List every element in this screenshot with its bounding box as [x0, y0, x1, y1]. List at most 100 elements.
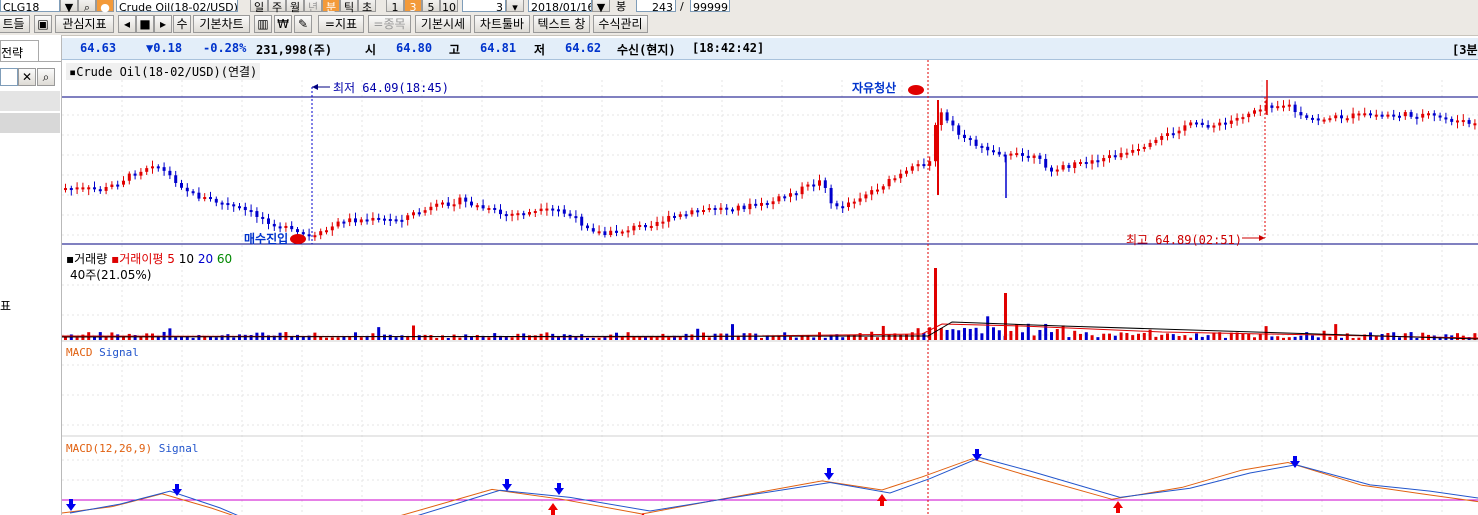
candle-body [934, 125, 937, 162]
text-window-button[interactable]: 텍스트 창 [533, 15, 590, 33]
indicator-button[interactable]: 관심지표 [55, 15, 114, 33]
interval-5-button[interactable]: 5 [422, 0, 440, 13]
current-price: 64.63 [80, 41, 117, 55]
volume-bar [423, 334, 427, 340]
candle-body [1253, 110, 1256, 114]
chart-svg[interactable] [62, 60, 1478, 515]
candle-body [1195, 122, 1198, 125]
volume-bar [864, 336, 868, 340]
candle-body [1090, 160, 1094, 164]
strategy-tab[interactable]: 전략 [0, 40, 39, 61]
volume-bar [400, 335, 404, 340]
candle-body [1212, 125, 1216, 128]
candle-body [818, 180, 821, 186]
add-indicator-button[interactable]: =지표 [318, 15, 364, 33]
candle-body [1171, 133, 1175, 136]
volume-bar [876, 337, 879, 340]
save-icon-button[interactable]: ▣ [34, 15, 52, 33]
candle-body [238, 206, 241, 209]
stop-button[interactable]: ■ [136, 15, 154, 33]
count-button[interactable]: 수 [173, 15, 191, 33]
candle-body [1415, 116, 1419, 119]
tools-button[interactable]: 트들 [0, 15, 30, 33]
volume-bar [667, 337, 671, 340]
interval-10-button[interactable]: 10 [440, 0, 458, 13]
candle-body [365, 219, 369, 222]
symbol-dropdown-button[interactable]: ▼ [60, 0, 78, 13]
interval-input[interactable]: 3 [462, 0, 506, 12]
candle-body [307, 234, 311, 237]
macd-title: MACD(12,26,9) [66, 442, 153, 455]
strategy-search-input[interactable] [0, 68, 18, 86]
period-year-button[interactable]: 년 [304, 0, 322, 13]
candle-body [209, 197, 212, 200]
open-price: 64.80 [396, 41, 433, 55]
volume-bar [249, 335, 253, 340]
candle-body [412, 212, 415, 216]
candle-body [812, 184, 816, 187]
period-second-button[interactable]: 초 [358, 0, 376, 13]
candle-body [261, 216, 265, 219]
symbol-name-field: Crude Oil(18-02/USD) [116, 0, 238, 12]
volume-bar [794, 337, 798, 340]
currency-button[interactable]: ₩ [274, 15, 292, 33]
count-separator: / [680, 0, 684, 13]
volume-bar [464, 334, 468, 340]
search-button[interactable]: ⌕ [37, 68, 55, 86]
symbol-search-button[interactable]: ⌕ [78, 0, 96, 13]
ma-period-20: 20 [197, 252, 214, 266]
candle-body [1061, 165, 1065, 170]
interval-1-button[interactable]: 1 [386, 0, 404, 13]
candle-body [133, 173, 137, 176]
arrow-down-icon [66, 499, 76, 511]
interval-3-button[interactable]: 3 [404, 0, 422, 13]
volume-bar [974, 327, 978, 340]
basic-quote-button[interactable]: 기본시세 [415, 15, 471, 33]
volume-bar [1328, 336, 1332, 340]
period-minute-button[interactable]: 분 [322, 0, 340, 13]
symbol-input[interactable]: CLG18 [0, 0, 60, 12]
macd-lines [62, 457, 1478, 515]
search-icon: ⌕ [42, 70, 50, 84]
volume-bar [725, 333, 729, 340]
candle-body [278, 226, 282, 229]
period-week-button[interactable]: 주 [268, 0, 286, 13]
macd-line [62, 458, 1478, 515]
candle-body [528, 212, 531, 215]
max-count-input[interactable]: 99999 [690, 0, 730, 12]
macd-title: MACD [66, 346, 93, 359]
settings-button[interactable]: ✎ [294, 15, 312, 33]
basic-chart-button[interactable]: 기본차트 [193, 15, 250, 33]
chart-toolbar-button[interactable]: 차트툴바 [474, 15, 530, 33]
clear-button[interactable]: ✕ [18, 68, 36, 86]
candle-body [1438, 115, 1442, 118]
candle-body [1160, 135, 1164, 140]
date-input[interactable]: 2018/01/16 [528, 0, 592, 12]
candle-body [255, 211, 259, 217]
count-input[interactable]: 243 [636, 0, 676, 12]
period-day-button[interactable]: 일 [250, 0, 268, 13]
candle-body [203, 197, 207, 200]
volume-bar [1247, 333, 1251, 340]
volume-bar [1177, 336, 1181, 340]
candle-body [794, 193, 798, 196]
period-tick-button[interactable]: 틱 [340, 0, 358, 13]
interval-spin-button[interactable]: ▾ [506, 0, 524, 13]
scroll-right-button[interactable]: ▸ [154, 15, 172, 33]
scroll-left-button[interactable]: ◂ [118, 15, 136, 33]
add-item-button[interactable]: =종목 [368, 15, 411, 33]
volume-bar [597, 337, 601, 340]
candle-body [922, 164, 926, 167]
chart-icon-button[interactable]: ▥ [254, 15, 272, 33]
chart-area[interactable]: ▪Crude Oil(18-02/USD)(연결) 최저 64.09(18:45… [62, 60, 1478, 515]
volume-bar [510, 337, 514, 340]
current-symbol-button[interactable]: ● [96, 0, 114, 13]
volume-bar [1276, 336, 1280, 340]
candle-body [1084, 162, 1088, 165]
chart-icon: ▥ [257, 17, 269, 31]
candle-body [905, 170, 908, 174]
candle-body [1137, 149, 1140, 152]
date-dropdown-button[interactable]: ▼ [592, 0, 610, 13]
formula-button[interactable]: 수식관리 [593, 15, 648, 33]
period-month-button[interactable]: 월 [286, 0, 304, 13]
